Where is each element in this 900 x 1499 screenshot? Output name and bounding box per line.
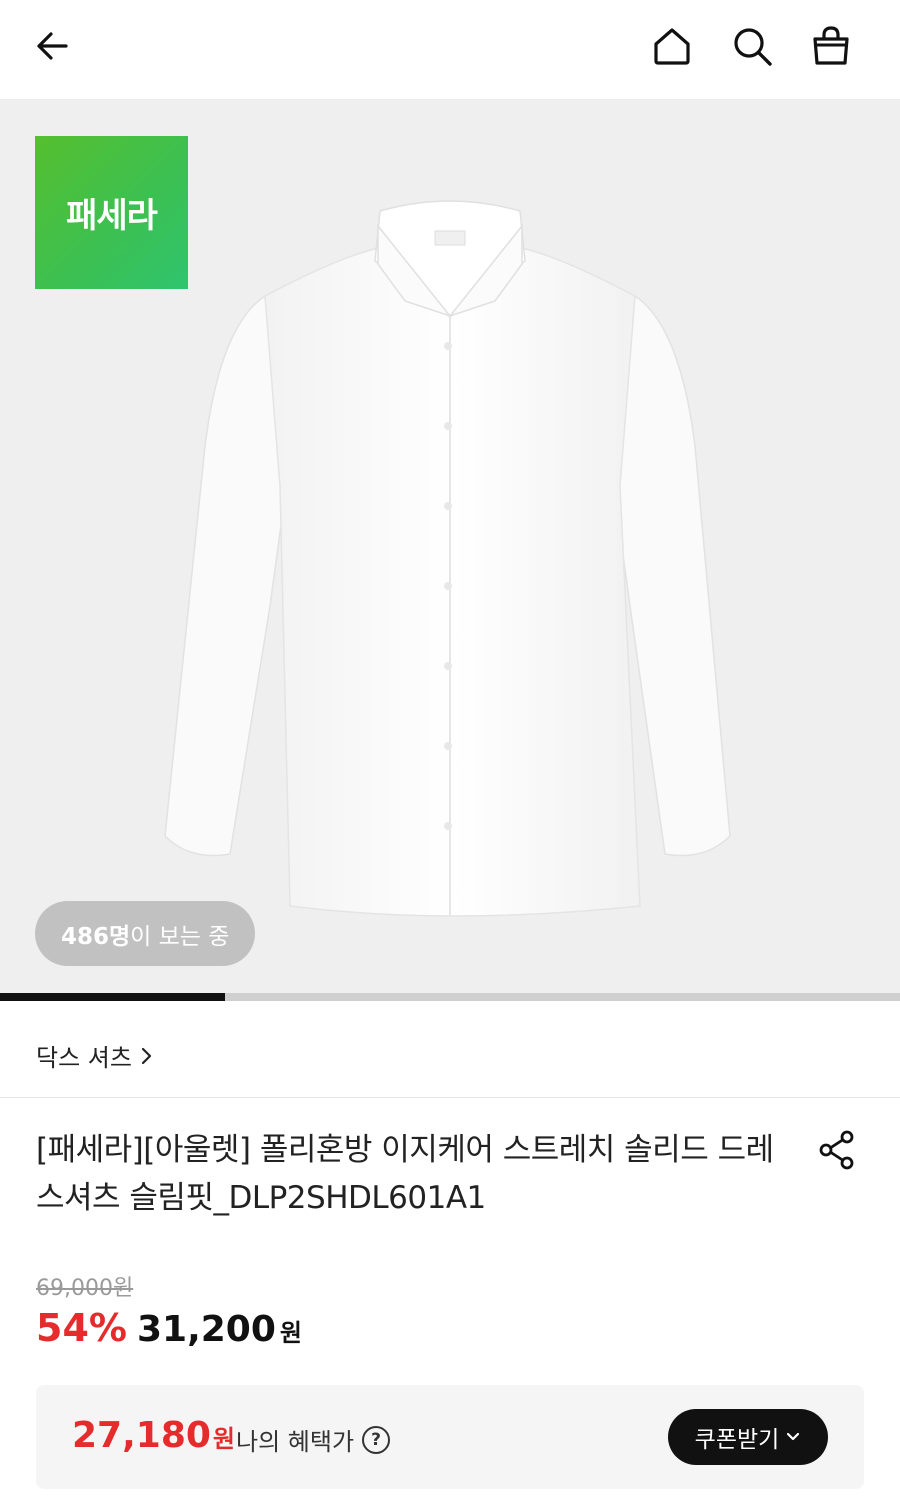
image-progress-bar	[0, 993, 900, 1001]
home-icon[interactable]	[646, 20, 698, 72]
viewer-count: 486명	[61, 923, 131, 950]
search-icon[interactable]	[726, 20, 778, 72]
original-price: 69,000원	[36, 1276, 134, 1301]
chevron-right-icon	[141, 1047, 152, 1064]
brand-link[interactable]: 닥스 셔츠	[36, 1038, 154, 1073]
benefit-label-text: 나의 혜택가	[236, 1428, 355, 1456]
image-progress-fill	[0, 993, 225, 1001]
discount-rate: 54%	[36, 1306, 127, 1350]
brand-name: 닥스 셔츠	[36, 1044, 132, 1072]
sale-price: 31,200	[136, 1309, 276, 1350]
price-row: 54% 31,200 원	[36, 1306, 302, 1350]
product-image-carousel[interactable]: 패세라 486명 이 보는 중	[0, 100, 900, 993]
sale-price-unit: 원	[279, 1319, 302, 1347]
section-divider	[0, 1097, 900, 1098]
benefit-label: 나의 혜택가 ?	[236, 1422, 391, 1457]
brand-badge-text: 패세라	[66, 196, 158, 236]
get-coupon-button[interactable]: 쿠폰받기	[668, 1409, 828, 1465]
shopping-bag-icon[interactable]	[805, 20, 857, 72]
my-benefit-price-box: 27,180 원 나의 혜택가 ? 쿠폰받기	[36, 1385, 864, 1489]
share-icon[interactable]	[812, 1124, 864, 1176]
benefit-price-value: 27,180	[72, 1415, 211, 1456]
product-shirt-image	[164, 200, 731, 917]
help-icon[interactable]: ?	[362, 1425, 391, 1454]
benefit-price-unit: 원	[212, 1425, 236, 1453]
top-navigation-bar	[0, 0, 900, 100]
benefit-price: 27,180 원	[72, 1415, 235, 1456]
arrow-left-icon[interactable]	[26, 20, 78, 72]
viewer-count-badge: 486명 이 보는 중	[35, 901, 256, 966]
coupon-button-label: 쿠폰받기	[694, 1427, 780, 1453]
chevron-down-icon	[787, 1432, 800, 1441]
viewer-suffix: 이 보는 중	[130, 923, 230, 950]
product-title: [패세라][아울렛] 폴리혼방 이지케어 스트레치 솔리드 드레스셔츠 슬림핏_…	[36, 1132, 774, 1216]
